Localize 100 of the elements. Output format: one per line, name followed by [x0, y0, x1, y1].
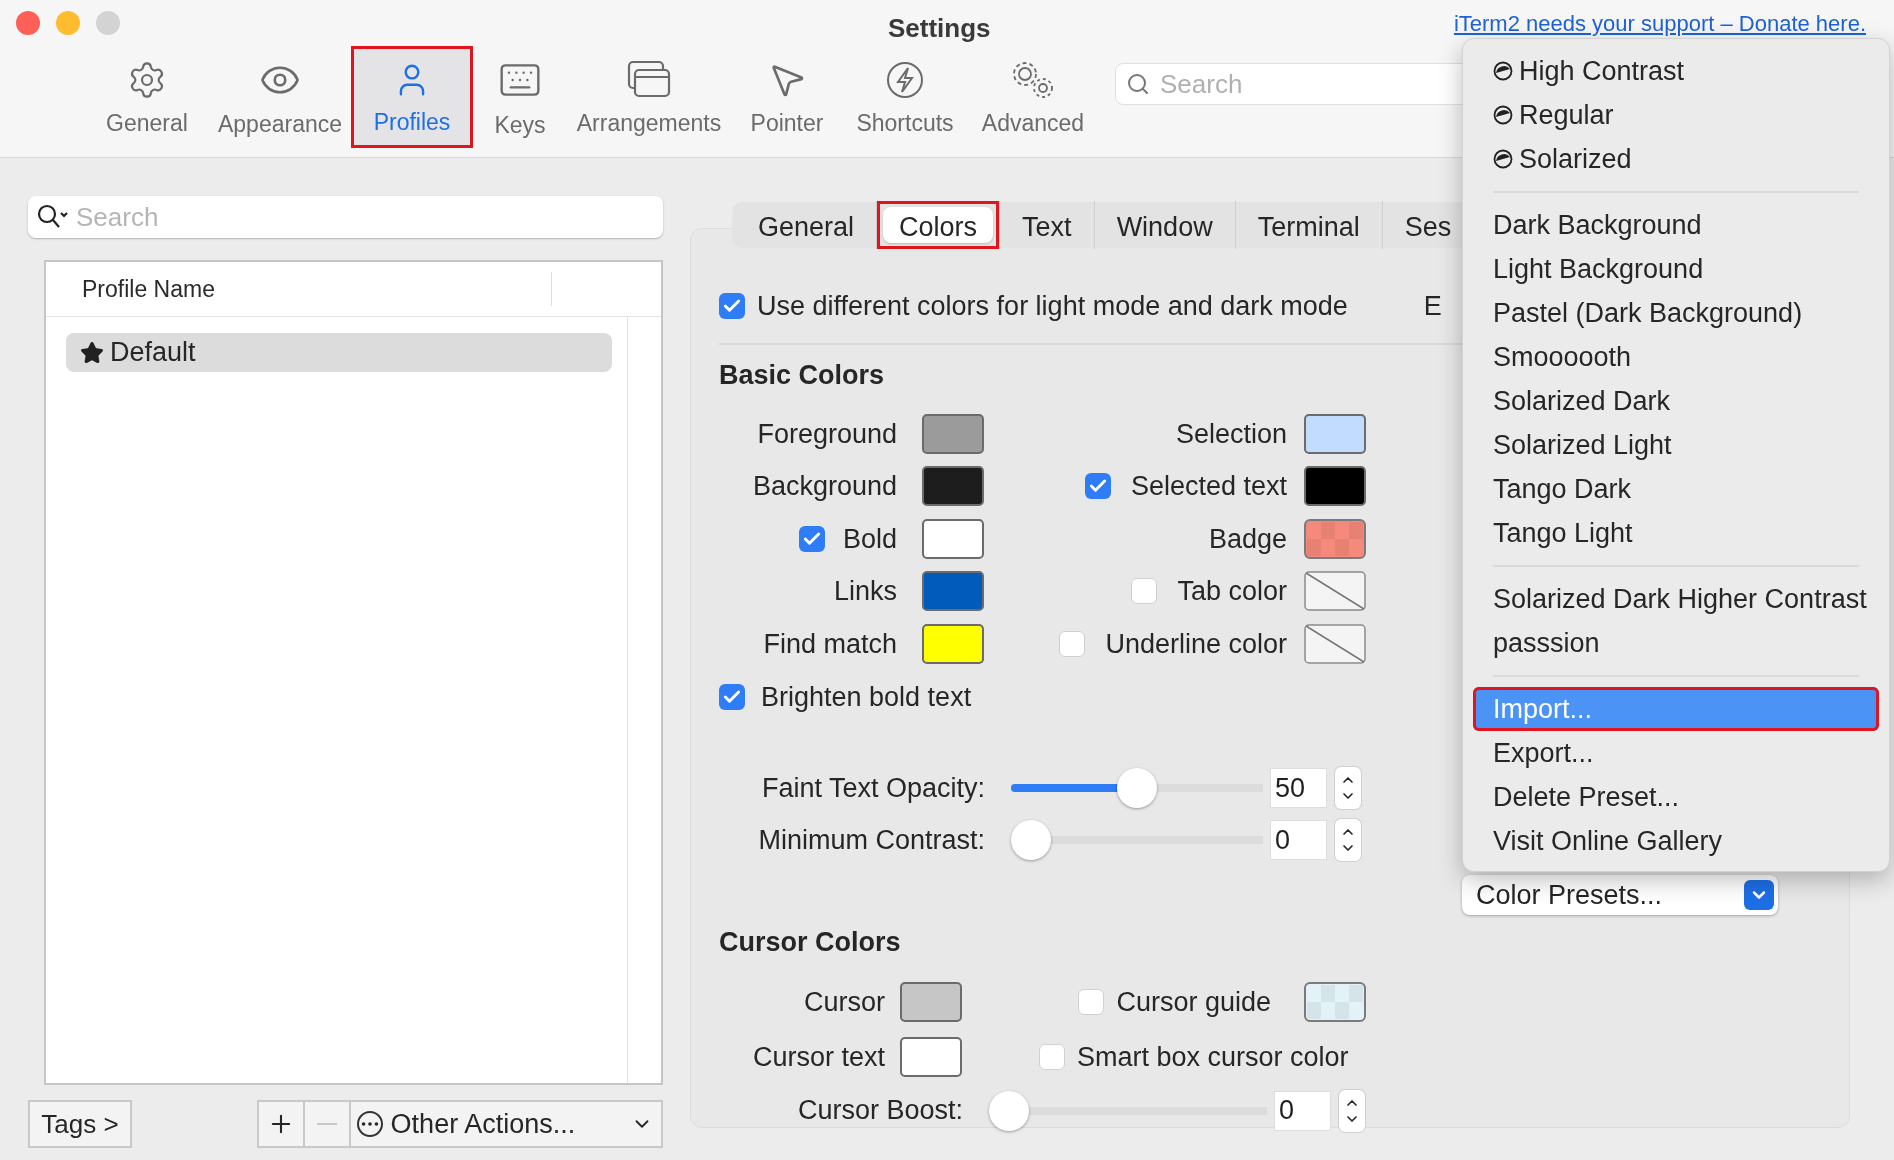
- stepper-icon[interactable]: [1335, 819, 1361, 861]
- search-icon: [1126, 72, 1150, 96]
- empty-color-swatch[interactable]: [1304, 623, 1366, 664]
- checkbox-label: Smart box cursor color: [1077, 1040, 1349, 1074]
- checkered-color-swatch[interactable]: [1304, 982, 1366, 1022]
- checkbox[interactable]: [719, 684, 745, 710]
- menu-item[interactable]: Export...: [1473, 731, 1879, 775]
- half-circle-icon: [1493, 149, 1513, 169]
- color-label: Badge: [1208, 522, 1287, 556]
- add-button[interactable]: [256, 1100, 305, 1148]
- menu-item[interactable]: Solarized: [1473, 137, 1879, 181]
- toolbar-tab[interactable]: Shortcuts: [843, 46, 967, 148]
- menu-item[interactable]: Smoooooth: [1473, 335, 1879, 379]
- stepper-icon[interactable]: [1335, 767, 1361, 809]
- checkbox-label: Cursor guide: [1116, 985, 1271, 1019]
- menu-item[interactable]: passsion: [1473, 621, 1879, 665]
- slider-thumb[interactable]: [989, 1090, 1029, 1131]
- section-title: Basic Colors: [719, 359, 885, 392]
- toolbar-search-input[interactable]: Search: [1160, 64, 1460, 104]
- cut-off-label: E: [1423, 289, 1442, 323]
- windows-icon: [627, 59, 671, 100]
- color-swatch[interactable]: [922, 571, 984, 612]
- color-presets-dropdown[interactable]: Color Presets...: [1462, 875, 1778, 915]
- section-title: Cursor Colors: [719, 926, 901, 959]
- menu-item[interactable]: Solarized Light: [1473, 423, 1879, 467]
- color-swatch[interactable]: [922, 413, 984, 454]
- menu-item[interactable]: Delete Preset...: [1473, 775, 1879, 819]
- star-icon: [80, 340, 104, 365]
- checkbox-label: Use different colors for light mode and dark mode: [757, 289, 1348, 323]
- profile-tab[interactable]: Colors: [883, 207, 994, 243]
- window-title: Settings: [888, 12, 991, 45]
- toolbar-tab[interactable]: Arrangements: [571, 46, 727, 148]
- menu-item[interactable]: Tango Light: [1473, 511, 1879, 555]
- checkbox[interactable]: [1059, 630, 1086, 657]
- color-label: Underline color: [1105, 627, 1287, 661]
- number-field[interactable]: 0: [1275, 1091, 1330, 1130]
- profile-search-input[interactable]: Search: [76, 197, 411, 237]
- slider-label: Faint Text Opacity:: [760, 771, 985, 805]
- color-swatch[interactable]: [900, 982, 962, 1022]
- profile-tab[interactable]: Terminal: [1241, 207, 1376, 243]
- menu-item[interactable]: Dark Background: [1473, 203, 1879, 247]
- column-header[interactable]: Profile Name: [82, 271, 552, 307]
- color-swatch[interactable]: [922, 623, 984, 664]
- donate-link[interactable]: iTerm2 needs your support – Donate here.: [1453, 7, 1866, 40]
- profile-tab[interactable]: Text: [1006, 207, 1088, 243]
- ellipsis-icon: [356, 1111, 383, 1137]
- close-window-icon[interactable]: [16, 11, 40, 35]
- menu-item[interactable]: Visit Online Gallery: [1473, 819, 1879, 863]
- color-swatch[interactable]: [922, 466, 984, 507]
- menu-item[interactable]: Solarized Dark: [1473, 379, 1879, 423]
- half-circle-icon: [1493, 61, 1513, 81]
- checkbox[interactable]: [1131, 578, 1158, 605]
- toolbar-tab[interactable]: Advanced: [973, 46, 1093, 148]
- empty-color-swatch[interactable]: [1304, 571, 1366, 612]
- stepper-icon[interactable]: [1339, 1089, 1365, 1132]
- chevron-icon: [1744, 880, 1774, 910]
- toolbar-tab[interactable]: Pointer: [737, 46, 837, 148]
- color-label: Cursor: [803, 985, 885, 1019]
- number-field[interactable]: 50: [1271, 769, 1326, 807]
- menu-item[interactable]: Solarized Dark Higher Contrast: [1473, 577, 1879, 621]
- tags-button[interactable]: Tags >: [28, 1100, 132, 1148]
- color-swatch[interactable]: [1304, 413, 1366, 454]
- slider-label: Minimum Contrast:: [757, 823, 985, 857]
- slider-thumb[interactable]: [1011, 820, 1051, 860]
- slider-thumb[interactable]: [1117, 768, 1157, 808]
- toolbar-tab[interactable]: General: [91, 46, 203, 148]
- number-field[interactable]: 0: [1271, 821, 1326, 859]
- color-swatch[interactable]: [900, 1037, 962, 1077]
- checkbox-label: Brighten bold text: [761, 680, 972, 714]
- checkbox[interactable]: [1084, 473, 1111, 500]
- profile-row[interactable]: Default: [66, 333, 612, 372]
- color-label: Find match: [763, 627, 897, 661]
- minus-icon: [316, 1123, 337, 1125]
- color-swatch[interactable]: [922, 518, 984, 559]
- checkered-color-swatch[interactable]: [1304, 518, 1366, 559]
- color-label: Selected text: [1130, 470, 1287, 503]
- color-label: Tab color: [1177, 575, 1287, 608]
- checkbox[interactable]: [798, 525, 825, 552]
- menu-item[interactable]: Tango Dark: [1473, 467, 1879, 511]
- toolbar-tab[interactable]: Profiles: [351, 46, 473, 148]
- color-swatch[interactable]: [1304, 466, 1366, 507]
- menu-item[interactable]: Light Background: [1473, 247, 1879, 291]
- profile-tab[interactable]: General: [742, 207, 871, 243]
- color-label: Cursor text: [751, 1040, 885, 1074]
- color-label: Background: [752, 470, 897, 503]
- checkbox[interactable]: [1039, 1044, 1065, 1070]
- menu-item[interactable]: Pastel (Dark Background): [1473, 291, 1879, 335]
- checkbox[interactable]: [1078, 989, 1105, 1015]
- other-actions-dropdown[interactable]: Other Actions...: [348, 1100, 663, 1148]
- color-label: Selection: [1175, 417, 1287, 451]
- toolbar-tab[interactable]: Keys: [475, 46, 565, 148]
- toolbar-tab[interactable]: Appearance: [211, 46, 349, 148]
- gears-icon: [1010, 59, 1056, 100]
- profile-tab[interactable]: Window: [1100, 207, 1229, 243]
- lightning-icon: [885, 59, 925, 100]
- half-circle-icon: [1493, 105, 1513, 125]
- color-label: Foreground: [757, 417, 897, 451]
- checkbox[interactable]: [719, 293, 745, 319]
- profile-search-field[interactable]: Search: [28, 196, 663, 238]
- color-label: Bold: [842, 522, 897, 556]
